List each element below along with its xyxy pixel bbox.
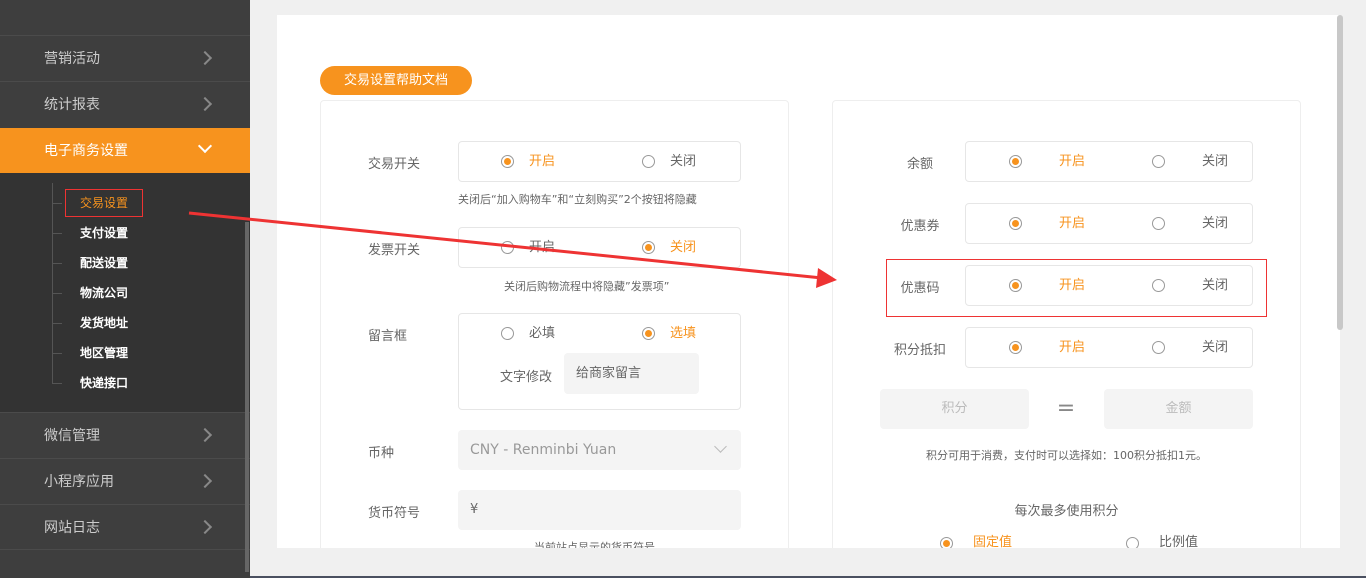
arrow-line [188,211,823,280]
arrow-head [816,268,837,288]
annotation-arrow [188,211,837,288]
